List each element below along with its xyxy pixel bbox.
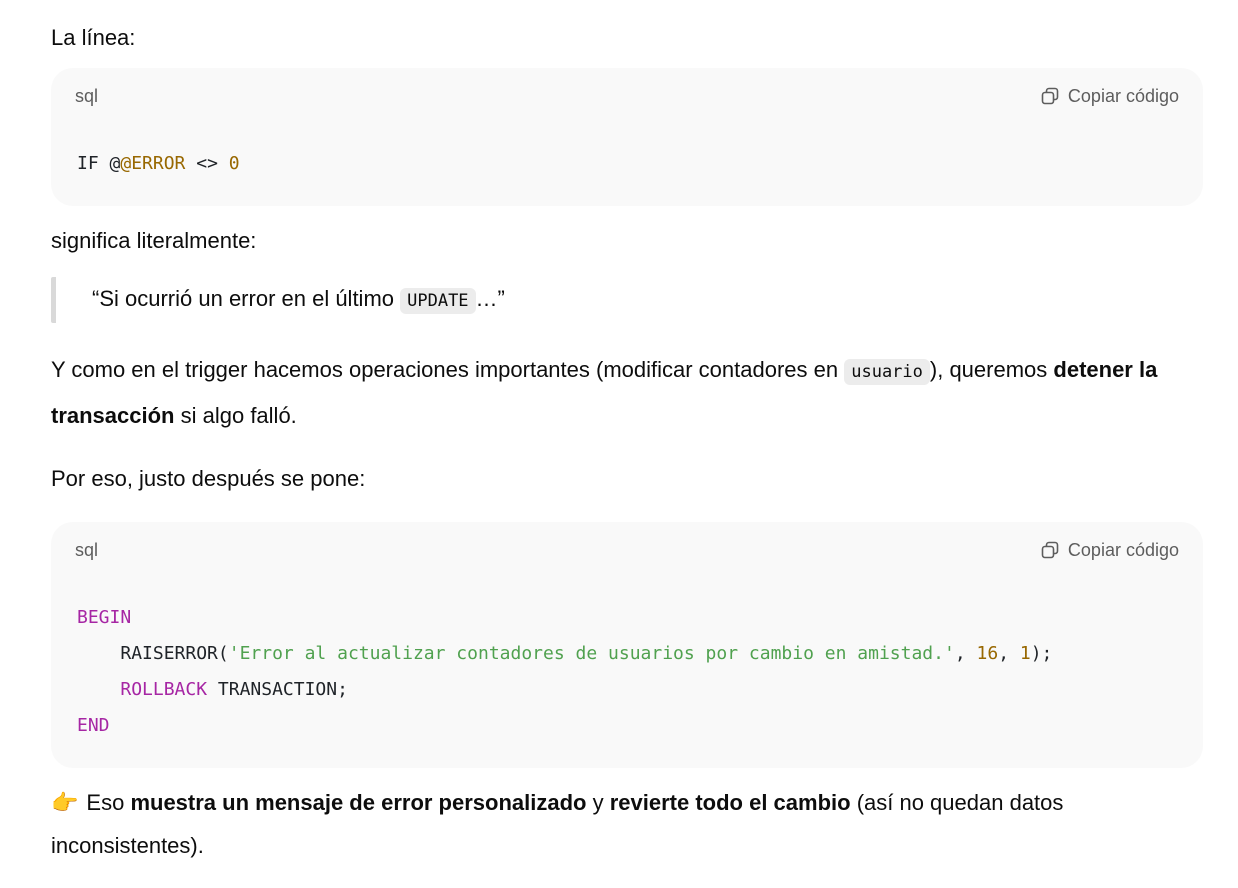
code-token-comma: , <box>998 643 1020 664</box>
result-text-1: Eso <box>86 790 131 815</box>
code-block-if-error: sql Copiar código IF @@ERROR <> 0 <box>51 68 1203 206</box>
pointing-hand-icon: 👉 <box>51 790 79 815</box>
code-token-severity: 16 <box>976 643 999 664</box>
because-paragraph: Y como en el trigger hacemos operaciones… <box>51 348 1171 437</box>
copy-icon <box>1040 86 1060 106</box>
blockquote: “Si ocurrió un error en el último UPDATE… <box>51 277 505 323</box>
result-text-2: y <box>586 790 610 815</box>
because-text-3: si algo falló. <box>174 403 297 428</box>
bold-custom-error-message: muestra un mensaje de error personalizad… <box>130 790 587 815</box>
code-token-if: IF @ <box>77 153 121 174</box>
code-content: IF @@ERROR <> 0 <box>77 146 240 182</box>
copy-code-label: Copiar código <box>1067 85 1179 106</box>
copy-code-button[interactable]: Copiar código <box>1040 86 1179 107</box>
therefore-paragraph: Por eso, justo después se pone: <box>51 466 366 491</box>
inline-code-update: UPDATE <box>400 288 476 314</box>
copy-icon <box>1040 540 1060 560</box>
because-text-1: Y como en el trigger hacemos operaciones… <box>51 357 845 382</box>
code-token-begin: BEGIN <box>77 607 132 628</box>
code-block-header: sql Copiar código <box>75 84 1179 108</box>
quote-text-before: “Si ocurrió un error en el último <box>92 286 401 311</box>
code-language-label: sql <box>75 539 99 560</box>
code-token-state: 1 <box>1019 643 1031 664</box>
signifies-paragraph: significa literalmente: <box>51 228 257 253</box>
bold-revert-change: revierte todo el cambio <box>609 790 851 815</box>
code-block-header: sql Copiar código <box>75 538 1179 562</box>
code-token-raiserror: RAISERROR( <box>120 643 229 664</box>
code-token-operator: <> <box>185 153 229 174</box>
code-content: BEGIN RAISERROR('Error al actualizar con… <box>77 600 1052 744</box>
copy-code-button[interactable]: Copiar código <box>1040 540 1179 561</box>
inline-code-usuario: usuario <box>844 359 930 385</box>
code-block-rollback: sql Copiar código BEGIN RAISERROR('Error… <box>51 522 1203 768</box>
code-token-message: 'Error al actualizar contadores de usuar… <box>228 643 955 664</box>
code-token-transaction: TRANSACTION; <box>207 679 348 700</box>
result-paragraph: 👉 Eso muestra un mensaje de error persona… <box>51 781 1171 867</box>
intro-paragraph: La línea: <box>51 25 136 50</box>
copy-code-label: Copiar código <box>1067 539 1179 560</box>
code-token-error-variable: @ERROR <box>120 153 186 174</box>
quote-text-after: …” <box>475 286 505 311</box>
code-token-zero: 0 <box>228 153 240 174</box>
because-text-2: ), queremos <box>929 357 1054 382</box>
code-token-close: ); <box>1030 643 1053 664</box>
code-token-end: END <box>77 715 110 736</box>
code-token-comma: , <box>954 643 977 664</box>
code-token-rollback: ROLLBACK <box>120 679 208 700</box>
code-language-label: sql <box>75 85 99 106</box>
